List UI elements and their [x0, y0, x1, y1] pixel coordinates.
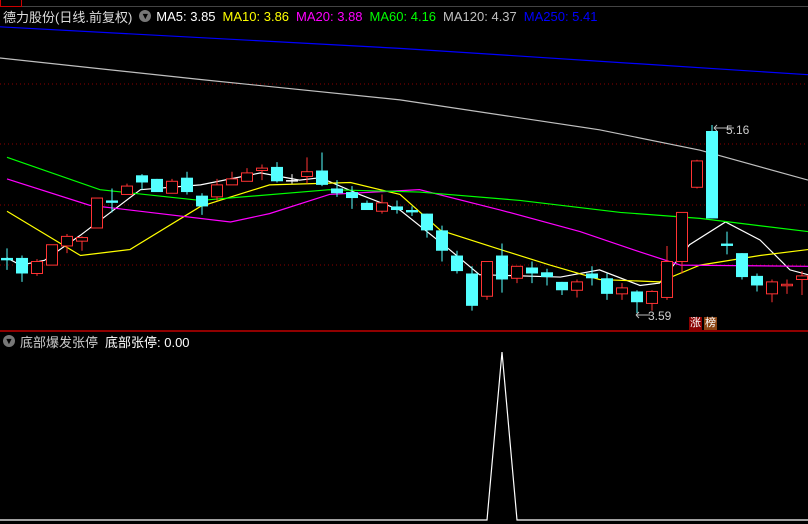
- high-price-label: 5.16: [726, 123, 750, 137]
- candle-body: [1, 257, 13, 261]
- ma60-label: MA60: 4.16: [369, 8, 437, 24]
- candle-body: [586, 273, 598, 279]
- candle-body: [166, 180, 178, 194]
- candle-body: [631, 291, 643, 303]
- ma5-label: MA5: 3.85: [156, 8, 216, 24]
- badge-bang[interactable]: 榜: [704, 317, 717, 330]
- candle-body: [16, 257, 28, 274]
- candle-body: [691, 160, 703, 188]
- candle-body: [31, 261, 43, 274]
- candle-body: [391, 206, 403, 211]
- candle-body: [706, 130, 718, 219]
- candle-body: [46, 244, 58, 266]
- ma120-line: [0, 57, 808, 181]
- ma250-line: [0, 26, 808, 76]
- candle-body: [466, 273, 478, 306]
- candle-body: [601, 278, 613, 294]
- badge-zhang[interactable]: 涨: [689, 317, 702, 330]
- candle-body: [571, 281, 583, 291]
- chevron-down-icon[interactable]: ▼: [139, 10, 152, 22]
- indicator-title: 底部爆发张停: [20, 334, 99, 350]
- candle-body: [556, 281, 568, 291]
- candle-body: [796, 275, 808, 280]
- candle-body: [496, 255, 508, 280]
- candle-body: [331, 188, 343, 194]
- indicator-header: ▼ 底部爆发张停 底部张停: 0.00: [3, 333, 190, 350]
- indicator-value: 底部张停: 0.00: [105, 334, 190, 350]
- candle-body: [76, 237, 88, 242]
- candle-body: [676, 211, 688, 263]
- ma120-label: MA120: 4.37: [443, 8, 517, 24]
- ma10-label: MA10: 3.86: [222, 8, 290, 24]
- candle-body: [256, 167, 268, 172]
- candle-body: [526, 267, 538, 274]
- kline-chart[interactable]: 5.16 3.59: [0, 0, 808, 524]
- candle-body: [361, 202, 373, 211]
- candle-body: [421, 213, 433, 231]
- candle-body: [481, 261, 493, 297]
- chevron-down-icon[interactable]: ▼: [3, 335, 15, 347]
- ma20-label: MA20: 3.88: [296, 8, 363, 24]
- candle-body: [271, 166, 283, 182]
- low-price-label: 3.59: [648, 309, 672, 323]
- ma250-label: MA250: 5.41: [523, 8, 598, 24]
- candle-body: [751, 275, 763, 286]
- candle-body: [226, 178, 238, 186]
- candle-body: [106, 200, 118, 203]
- candle-body: [121, 185, 133, 195]
- candle-body: [286, 180, 298, 182]
- candle-body: [511, 265, 523, 279]
- candle-body: [211, 184, 223, 198]
- candle-body: [406, 210, 418, 213]
- candle-body: [766, 281, 778, 295]
- candle-body: [661, 261, 673, 298]
- stock-title: 德力股份(日线.前复权): [3, 9, 133, 25]
- candle-body: [721, 243, 733, 246]
- candle-body: [151, 178, 163, 193]
- candle-body: [541, 272, 553, 278]
- candle-body: [436, 230, 448, 251]
- candle-body: [181, 177, 193, 193]
- candle-body: [91, 197, 103, 229]
- candle-body: [736, 253, 748, 278]
- candle-body: [646, 290, 658, 304]
- candle-body: [196, 195, 208, 207]
- candle-body: [376, 202, 388, 212]
- candle-body: [346, 192, 358, 199]
- candle-body: [451, 255, 463, 272]
- candle-body: [781, 283, 793, 287]
- candle-body: [301, 171, 313, 177]
- candle-body: [241, 172, 253, 182]
- candle-body: [316, 170, 328, 185]
- candle-body: [136, 175, 148, 183]
- candle-body: [616, 287, 628, 295]
- indicator-line: [0, 351, 808, 521]
- candle-body: [61, 235, 73, 247]
- main-chart-header: 德力股份(日线.前复权) ▼ MA5: 3.85 MA10: 3.86 MA20…: [3, 8, 604, 25]
